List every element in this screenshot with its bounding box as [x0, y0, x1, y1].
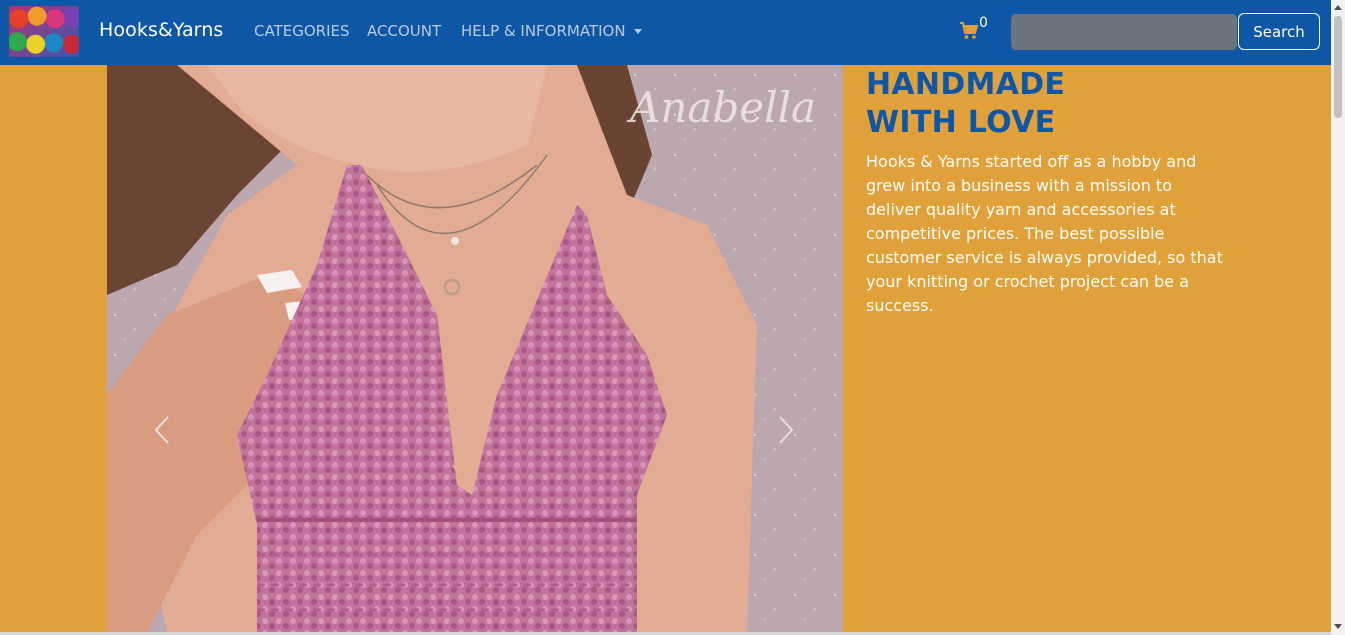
hero-description: Hooks & Yarns started off as a hobby and… — [866, 152, 1223, 315]
nav-help-dropdown[interactable]: HELP & INFORMATION — [461, 22, 642, 40]
shopping-cart-icon — [960, 22, 979, 39]
cart-count-badge: 0 — [979, 15, 988, 31]
nav-help-label: HELP & INFORMATION — [461, 22, 626, 40]
scroll-down-arrow-icon[interactable] — [1334, 624, 1342, 629]
nav-account-link[interactable]: ACCOUNT — [367, 22, 441, 40]
brand-link[interactable]: Hooks&Yarns — [99, 19, 223, 41]
chevron-right-icon — [779, 416, 794, 444]
carousel-next-button[interactable] — [761, 395, 811, 465]
top-navbar: Hooks&Yarns CATEGORIES ACCOUNT HELP & IN… — [0, 0, 1331, 65]
nav-categories-link[interactable]: CATEGORIES — [254, 22, 350, 40]
yarn-logo-icon[interactable] — [9, 6, 79, 57]
caret-down-icon — [633, 29, 642, 34]
search-input[interactable] — [1011, 14, 1237, 50]
carousel-prev-button[interactable] — [137, 395, 187, 465]
crochet-top-photo — [107, 65, 843, 632]
product-carousel: Anabella — [107, 65, 843, 632]
search-button[interactable]: Search — [1238, 13, 1320, 50]
cart-button[interactable]: 0 — [959, 15, 993, 46]
hero-title: HANDMADE WITH LOVE — [866, 67, 1066, 140]
scrollbar-thumb[interactable] — [1334, 16, 1342, 118]
chevron-left-icon — [154, 416, 169, 444]
page-scrollbar[interactable] — [1331, 0, 1345, 635]
scroll-up-arrow-icon[interactable] — [1334, 5, 1342, 10]
carousel-watermark: Anabella — [630, 83, 817, 132]
